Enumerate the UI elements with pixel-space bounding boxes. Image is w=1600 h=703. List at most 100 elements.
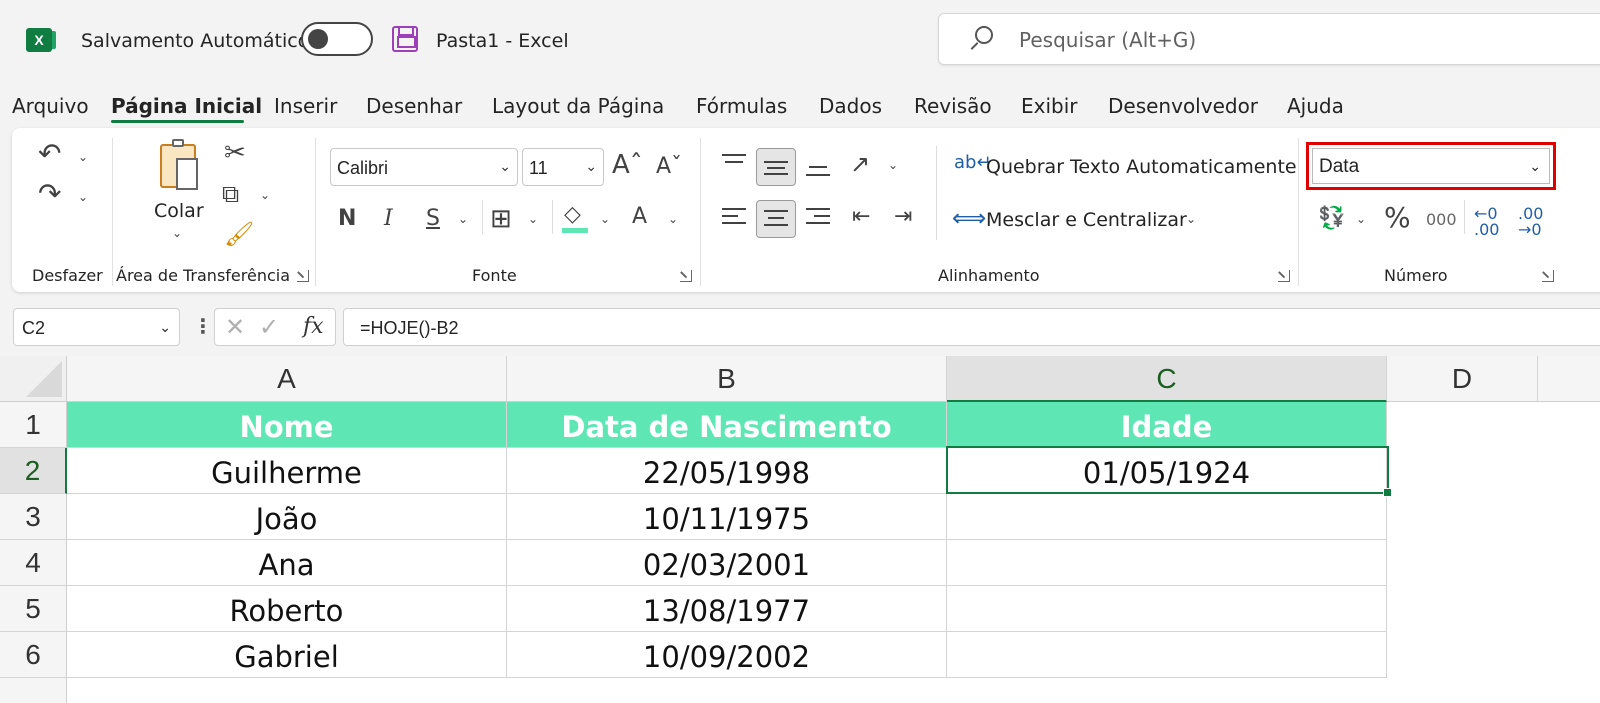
- cell-a6[interactable]: Gabriel: [67, 632, 507, 678]
- undo-dropdown-icon[interactable]: ⌄: [78, 150, 88, 164]
- paste-dropdown-icon[interactable]: ⌄: [172, 226, 182, 240]
- cut-icon[interactable]: ✂: [224, 140, 246, 166]
- tab-desenvolvedor[interactable]: Desenvolvedor: [1108, 94, 1258, 118]
- tab-arquivo[interactable]: Arquivo: [12, 94, 89, 118]
- number-format-combo[interactable]: Data ⌄: [1312, 148, 1550, 184]
- column-header-b[interactable]: B: [507, 356, 947, 402]
- cell-b2[interactable]: 22/05/1998: [507, 448, 947, 494]
- row-header-1[interactable]: 1: [0, 402, 67, 448]
- font-color-dropdown-icon[interactable]: ⌄: [668, 212, 678, 226]
- merge-center-button[interactable]: Mesclar e Centralizar: [986, 209, 1187, 231]
- cell-a3[interactable]: João: [67, 494, 507, 540]
- column-header-e[interactable]: [1538, 356, 1600, 402]
- select-all-button[interactable]: [0, 356, 67, 402]
- align-middle-button[interactable]: [756, 148, 796, 186]
- align-right-icon[interactable]: [806, 208, 830, 228]
- tab-layout-da-pagina[interactable]: Layout da Página: [492, 94, 664, 118]
- cell-c2[interactable]: 01/05/1924: [947, 448, 1387, 494]
- alignment-launcher-icon[interactable]: [1278, 270, 1290, 282]
- search-box[interactable]: Pesquisar (Alt+G): [938, 13, 1600, 65]
- decrease-font-icon[interactable]: Aˇ: [656, 156, 682, 178]
- number-launcher-icon[interactable]: [1542, 270, 1554, 282]
- paste-icon[interactable]: [160, 139, 198, 190]
- copy-icon[interactable]: ⧉: [222, 182, 239, 206]
- decrease-indent-icon[interactable]: ⇤: [852, 206, 870, 228]
- cancel-icon[interactable]: ✕: [225, 313, 245, 341]
- bold-button[interactable]: N: [338, 208, 356, 230]
- cell-c5[interactable]: [947, 586, 1387, 632]
- borders-icon[interactable]: ⊞: [490, 206, 512, 232]
- tab-exibir[interactable]: Exibir: [1021, 94, 1078, 118]
- italic-button[interactable]: I: [384, 208, 393, 230]
- enter-icon[interactable]: ✓: [259, 313, 279, 341]
- align-center-button[interactable]: [756, 200, 796, 238]
- wrap-text-button[interactable]: Quebrar Texto Automaticamente: [986, 156, 1297, 178]
- name-box[interactable]: C2 ⌄: [13, 308, 180, 346]
- cell-b4[interactable]: 02/03/2001: [507, 540, 947, 586]
- underline-dropdown-icon[interactable]: ⌄: [458, 212, 468, 226]
- tab-dados[interactable]: Dados: [819, 94, 882, 118]
- cell-a4[interactable]: Ana: [67, 540, 507, 586]
- tab-pagina-inicial[interactable]: Página Inicial: [111, 94, 262, 118]
- tab-ajuda[interactable]: Ajuda: [1287, 94, 1344, 118]
- undo-icon[interactable]: ↶: [38, 140, 61, 168]
- cell-a2[interactable]: Guilherme: [67, 448, 507, 494]
- cell-c4[interactable]: [947, 540, 1387, 586]
- align-bottom-icon[interactable]: [806, 158, 830, 178]
- cell-c1[interactable]: Idade: [947, 402, 1387, 448]
- underline-button[interactable]: S: [426, 208, 440, 230]
- currency-dropdown-icon[interactable]: ⌄: [1356, 212, 1366, 226]
- merge-center-icon[interactable]: ⟺: [952, 206, 986, 230]
- row-header-4[interactable]: 4: [0, 540, 67, 586]
- tab-formulas[interactable]: Fórmulas: [696, 94, 787, 118]
- decrease-decimal-icon[interactable]: .00 →0: [1518, 206, 1543, 238]
- row-header-7[interactable]: [0, 678, 67, 703]
- increase-font-icon[interactable]: Aˆ: [612, 152, 643, 178]
- formula-input[interactable]: =HOJE()-B2: [343, 308, 1600, 346]
- align-left-icon[interactable]: [722, 208, 746, 228]
- column-header-c[interactable]: C: [947, 356, 1387, 402]
- font-color-icon[interactable]: A: [632, 206, 647, 228]
- font-launcher-icon[interactable]: [680, 270, 692, 282]
- tab-desenhar[interactable]: Desenhar: [366, 94, 462, 118]
- align-top-icon[interactable]: [722, 154, 746, 174]
- column-header-d[interactable]: D: [1387, 356, 1538, 402]
- more-options-icon[interactable]: ⋮: [193, 314, 213, 338]
- fill-color-dropdown-icon[interactable]: ⌄: [600, 212, 610, 226]
- redo-dropdown-icon[interactable]: ⌄: [78, 190, 88, 204]
- cell-b1[interactable]: Data de Nascimento: [507, 402, 947, 448]
- cell-b6[interactable]: 10/09/2002: [507, 632, 947, 678]
- merge-dropdown-icon[interactable]: ⌄: [1186, 212, 1196, 226]
- save-icon[interactable]: [392, 26, 418, 52]
- redo-icon[interactable]: ↷: [38, 180, 61, 208]
- cell-b5[interactable]: 13/08/1977: [507, 586, 947, 632]
- increase-indent-icon[interactable]: ⇥: [894, 206, 912, 228]
- row-header-5[interactable]: 5: [0, 586, 67, 632]
- format-painter-icon[interactable]: 🖌: [224, 222, 254, 246]
- thousands-separator-button[interactable]: 000: [1426, 212, 1457, 228]
- increase-decimal-icon[interactable]: ←0.00: [1474, 206, 1499, 238]
- cell-c6[interactable]: [947, 632, 1387, 678]
- tab-inserir[interactable]: Inserir: [274, 94, 337, 118]
- percent-icon[interactable]: %: [1384, 204, 1411, 232]
- cell-b3[interactable]: 10/11/1975: [507, 494, 947, 540]
- cell-a5[interactable]: Roberto: [67, 586, 507, 632]
- fill-color-icon[interactable]: ◇: [564, 204, 581, 226]
- insert-function-icon[interactable]: fx: [303, 314, 324, 339]
- row-header-6[interactable]: 6: [0, 632, 67, 678]
- tab-revisao[interactable]: Revisão: [914, 94, 992, 118]
- orientation-dropdown-icon[interactable]: ⌄: [888, 158, 898, 172]
- borders-dropdown-icon[interactable]: ⌄: [528, 212, 538, 226]
- clipboard-launcher-icon[interactable]: [297, 270, 309, 282]
- row-header-2[interactable]: 2: [0, 448, 67, 494]
- row-header-3[interactable]: 3: [0, 494, 67, 540]
- cell-c3[interactable]: [947, 494, 1387, 540]
- autosave-toggle[interactable]: [301, 22, 373, 56]
- cell-a1[interactable]: Nome: [67, 402, 507, 448]
- paste-label[interactable]: Colar: [154, 200, 204, 222]
- font-size-combo[interactable]: 11 ⌄: [522, 148, 604, 186]
- column-header-a[interactable]: A: [67, 356, 507, 402]
- orientation-icon[interactable]: ↗: [850, 152, 870, 176]
- font-name-combo[interactable]: Calibri ⌄: [330, 148, 518, 186]
- currency-format-icon[interactable]: 💱: [1318, 208, 1345, 230]
